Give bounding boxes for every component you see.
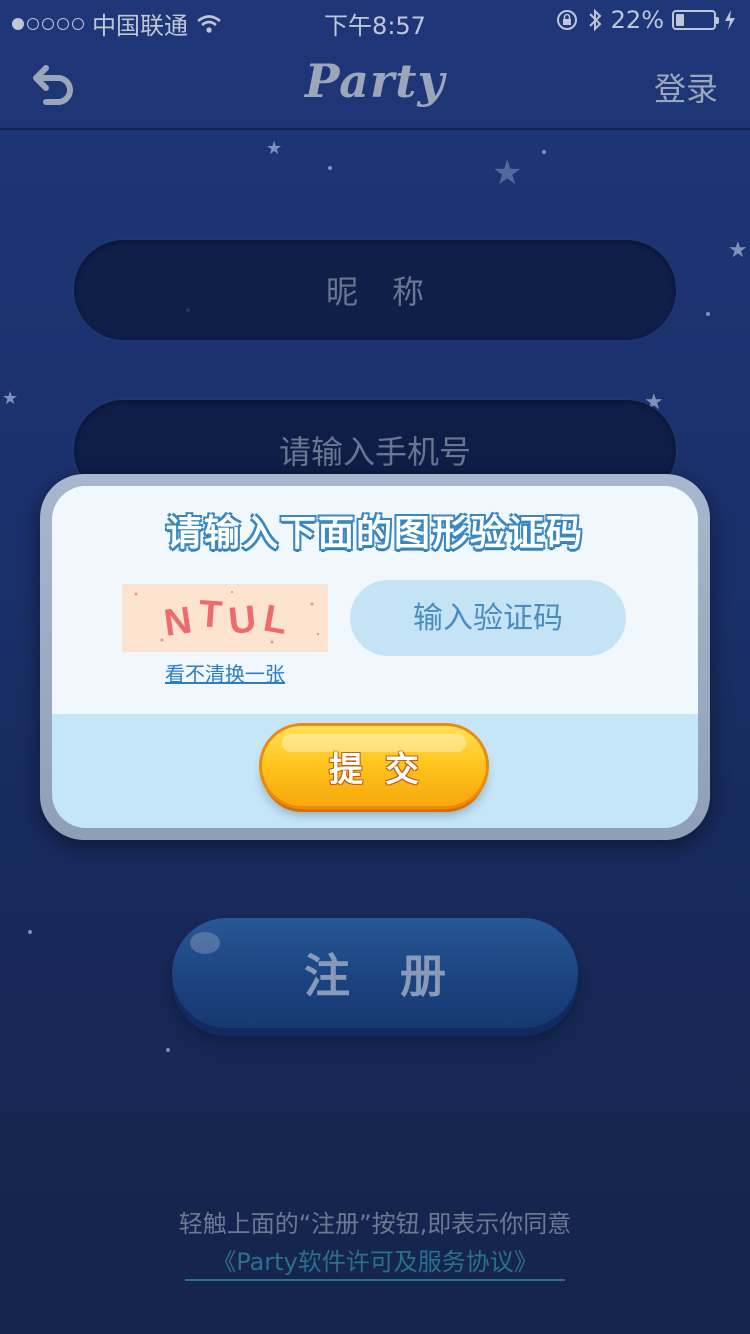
refresh-captcha-link[interactable]: 看不清换一张 [122, 658, 328, 687]
captcha-characters: NTUL [161, 593, 296, 645]
captcha-image[interactable]: NTUL [122, 584, 328, 652]
dialog-title: 请输入下面的图形验证码 [165, 513, 584, 554]
submit-button[interactable]: 提交 [262, 726, 486, 806]
dialog-body: 请输入下面的图形验证码 NTUL 看不清换一张 提交 [52, 486, 698, 828]
captcha-code-input[interactable] [350, 580, 626, 656]
button-gloss [282, 734, 466, 752]
captcha-dialog: 请输入下面的图形验证码 NTUL 看不清换一张 提交 [40, 474, 710, 840]
